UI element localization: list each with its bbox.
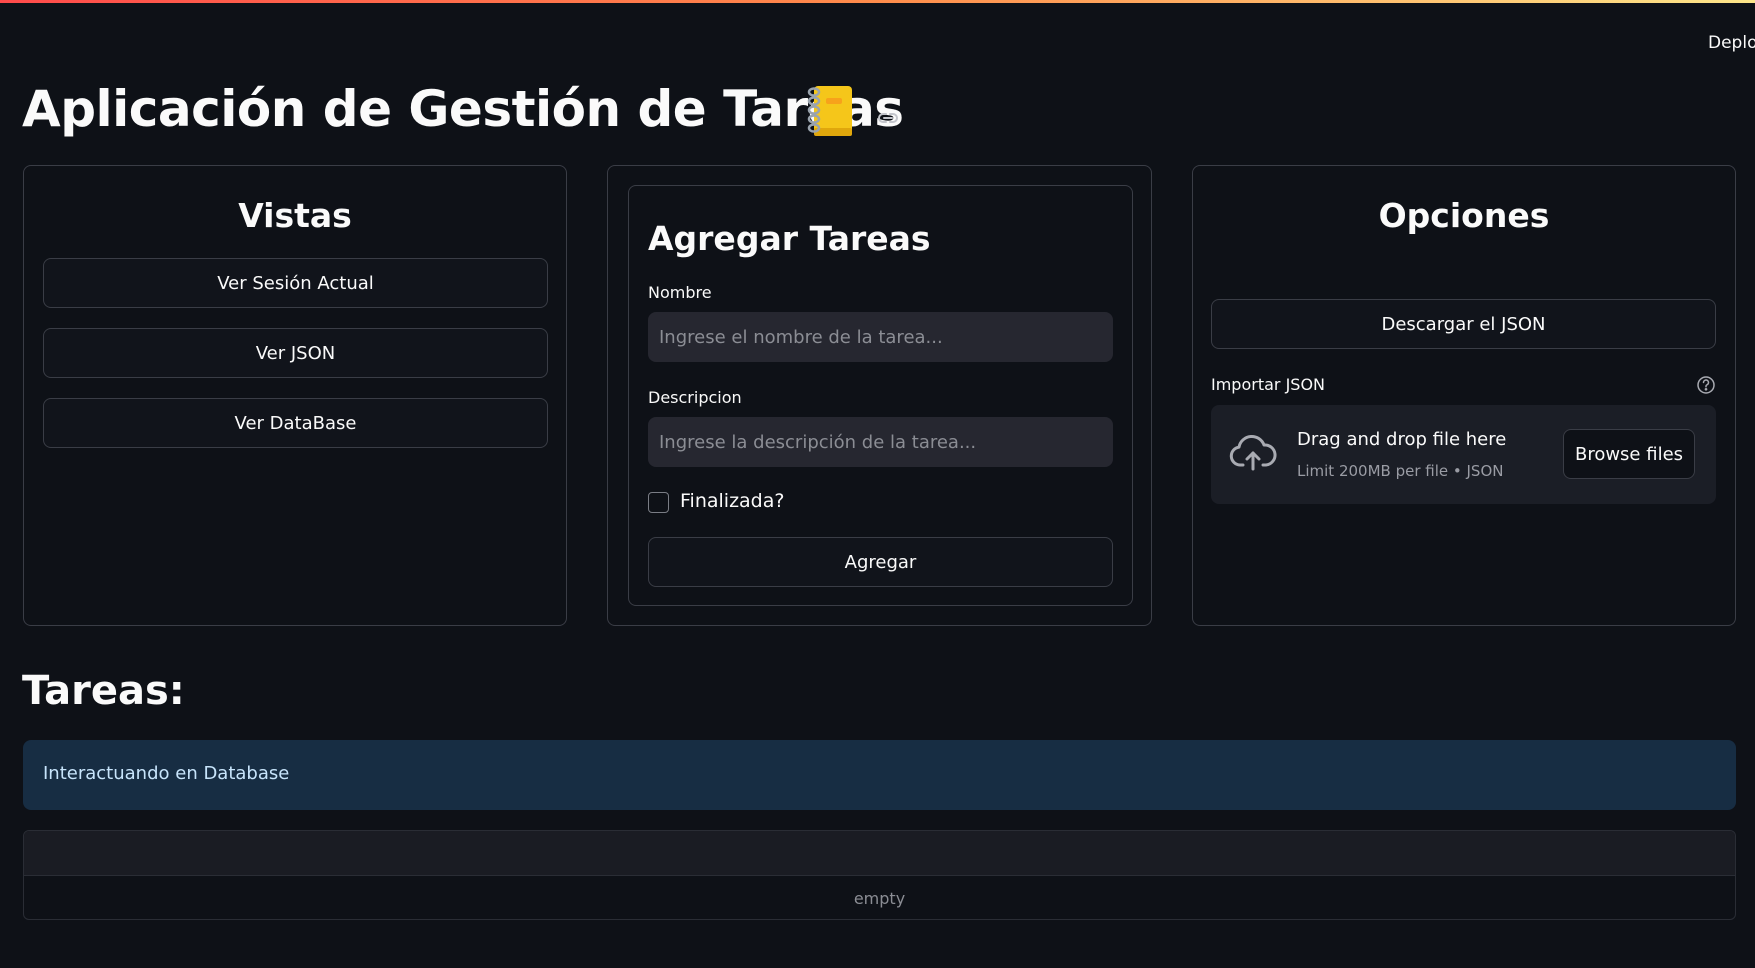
page-title: Aplicación de Gestión de Tareas [22, 80, 904, 138]
tareas-title: Tareas: [22, 668, 185, 714]
opciones-heading: Opciones [1378, 196, 1550, 235]
descripcion-label: Descripcion [648, 388, 742, 407]
cloud-upload-icon [1229, 434, 1277, 471]
vistas-heading: Vistas [238, 196, 352, 235]
descripcion-input[interactable] [648, 417, 1113, 467]
info-message: Interactuando en Database [43, 763, 290, 784]
help-icon[interactable] [1696, 375, 1716, 395]
deploy-label: Deploy [1708, 33, 1755, 53]
finalizada-checkbox[interactable] [648, 492, 669, 513]
descargar-json-button[interactable]: Descargar el JSON [1211, 299, 1716, 349]
tareas-table: empty [23, 830, 1736, 920]
table-header [24, 831, 1735, 876]
vistas-panel: Vistas Ver Sesión Actual Ver JSON Ver Da… [23, 165, 567, 626]
info-banner: Interactuando en Database [23, 740, 1736, 810]
ver-sesion-actual-button[interactable]: Ver Sesión Actual [43, 258, 548, 308]
notebook-icon [807, 86, 852, 136]
ver-json-button[interactable]: Ver JSON [43, 328, 548, 378]
dropzone-limit: Limit 200MB per file • JSON [1297, 462, 1504, 480]
importar-json-label: Importar JSON [1211, 375, 1326, 394]
deploy-button[interactable]: Deploy [1700, 28, 1755, 58]
dropzone-title: Drag and drop file here [1297, 429, 1507, 450]
nombre-input[interactable] [648, 312, 1113, 362]
top-decoration-bar [0, 0, 1755, 3]
browse-files-button[interactable]: Browse files [1563, 429, 1695, 479]
agregar-form: Agregar Tareas Nombre Descripcion Finali… [628, 185, 1133, 606]
link-icon[interactable] [876, 106, 900, 130]
agregar-heading: Agregar Tareas [648, 219, 931, 258]
opciones-panel: Opciones Descargar el JSON Importar JSON… [1192, 165, 1736, 626]
ver-database-button[interactable]: Ver DataBase [43, 398, 548, 448]
nombre-label: Nombre [648, 283, 712, 302]
agregar-button[interactable]: Agregar [648, 537, 1113, 587]
table-empty-message: empty [853, 888, 906, 908]
finalizada-label: Finalizada? [680, 490, 785, 512]
file-dropzone[interactable]: Drag and drop file here Limit 200MB per … [1211, 405, 1716, 504]
agregar-panel: Agregar Tareas Nombre Descripcion Finali… [607, 165, 1152, 626]
